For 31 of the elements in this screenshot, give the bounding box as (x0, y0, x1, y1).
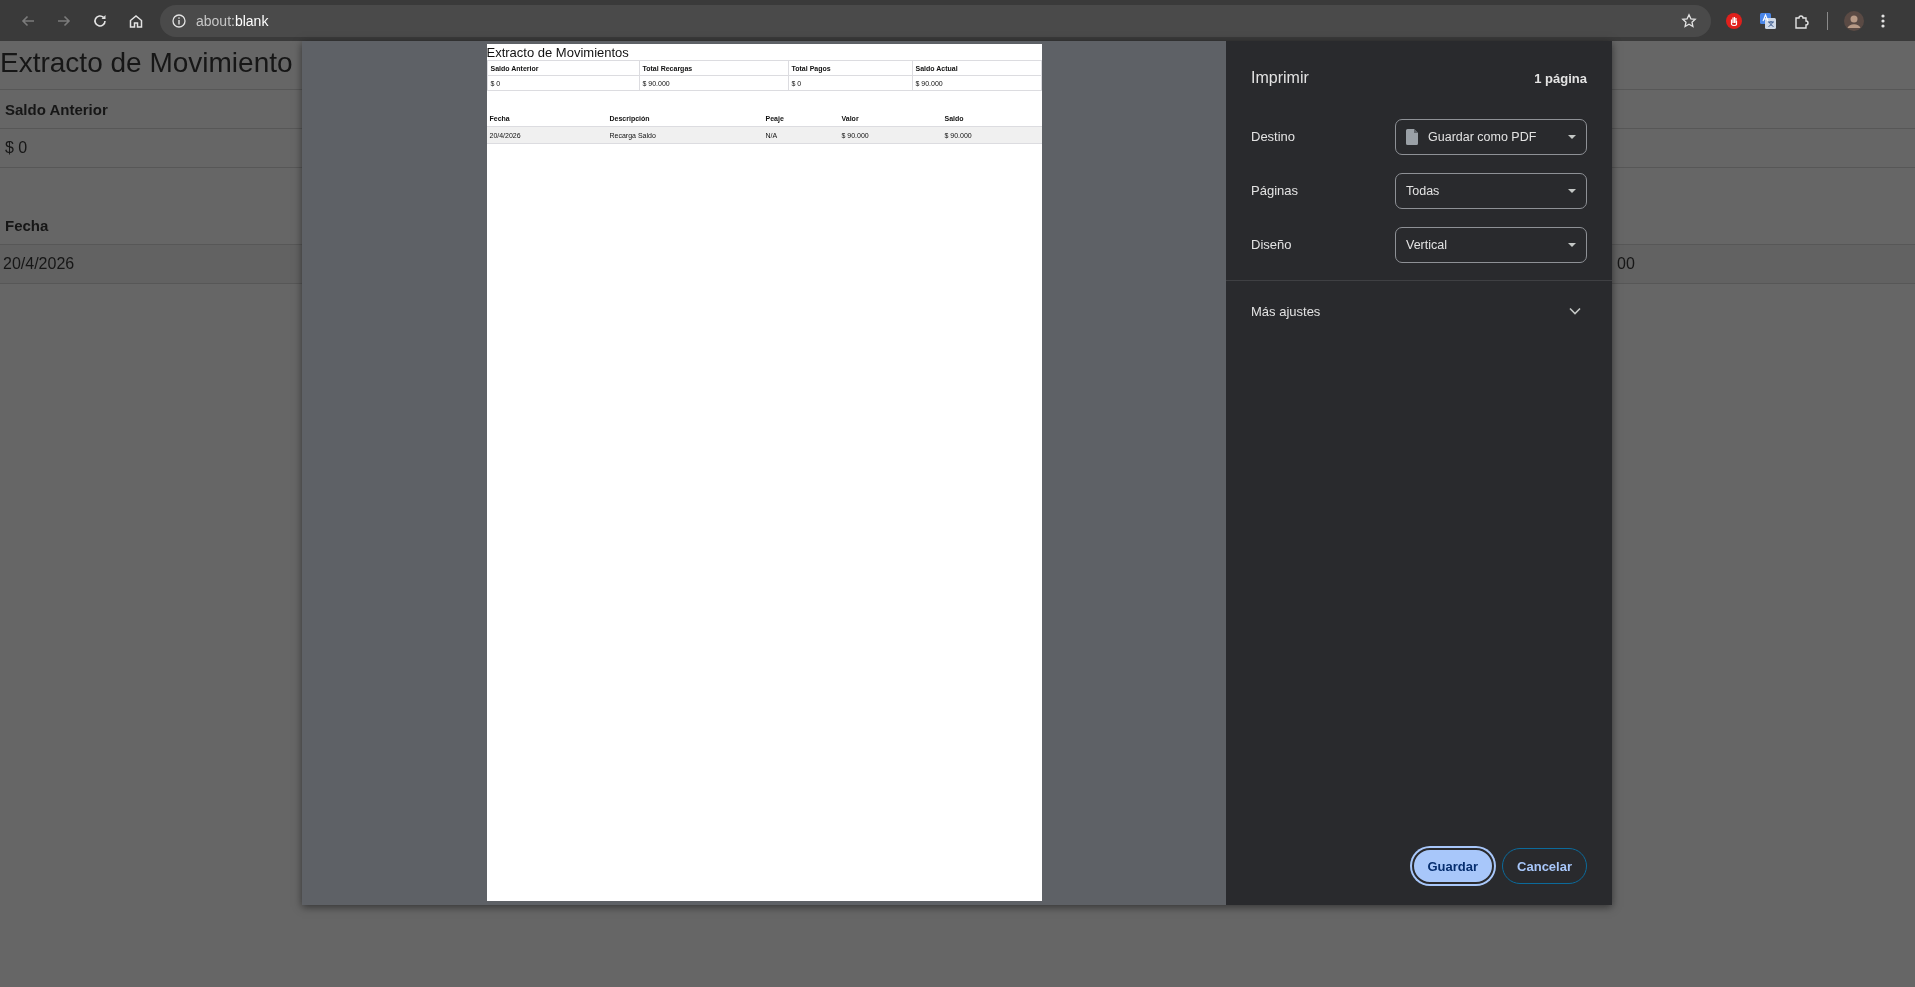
field-label: Destino (1251, 129, 1296, 144)
dropdown[interactable]: Vertical (1395, 226, 1587, 263)
page-count: 1 página (1534, 70, 1587, 86)
dropdown-value: Vertical (1406, 237, 1447, 252)
dropdown[interactable]: Guardar como PDF (1395, 118, 1587, 155)
field-label: Diseño (1251, 237, 1292, 252)
document-title: Extracto de Movimientos (486, 45, 630, 60)
table-cell-text: 00 (1617, 255, 1636, 273)
url-text: about:blank (196, 12, 269, 29)
star-icon[interactable] (1681, 12, 1697, 29)
info-icon (172, 13, 186, 28)
caret-icon (1568, 188, 1576, 193)
dialog-title: Imprimir (1251, 69, 1309, 87)
caret-icon (1568, 134, 1576, 139)
hand-icon[interactable] (1725, 11, 1743, 30)
table-cell-text: 20/4/2026 (2, 255, 75, 273)
table-cell-text: $ 0 (4, 139, 28, 157)
translate-icon[interactable] (1759, 11, 1777, 30)
document-icon (1406, 128, 1418, 145)
address-bar[interactable]: about:blank (160, 4, 1711, 37)
dropdown-value: Guardar como PDF (1428, 129, 1537, 144)
page-title: Extracto de Movimiento (0, 46, 293, 80)
field-label: Páginas (1251, 183, 1298, 198)
save-button[interactable]: Guardar (1411, 848, 1495, 884)
column-header: Saldo Anterior (4, 100, 108, 118)
caret-icon (1568, 242, 1576, 247)
dropdown-value: Todas (1406, 183, 1440, 198)
column-header: Fecha (4, 216, 49, 234)
more-settings[interactable]: Más ajustes (1251, 281, 1587, 341)
dropdown[interactable]: Todas (1395, 172, 1587, 209)
avatar-icon[interactable] (1844, 10, 1864, 31)
